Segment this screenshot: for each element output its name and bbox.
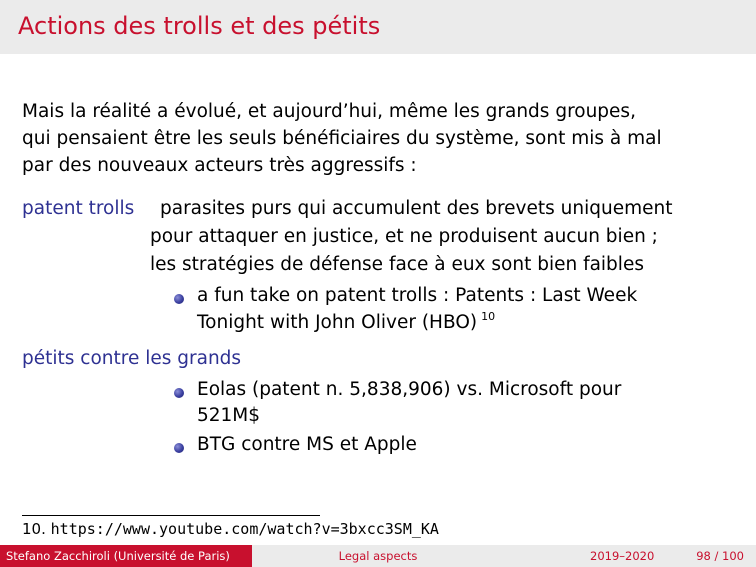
term-petits-contre-grands: pétits contre les grands <box>22 348 242 369</box>
footnote-reference[interactable]: 10 <box>481 310 495 323</box>
slide-title: Actions des trolls et des pétits <box>18 12 381 40</box>
bullet-icon <box>174 443 184 453</box>
bullet-text-line: Tonight with John Oliver (HBO) 10 <box>197 310 495 333</box>
footnote: 10. https://www.youtube.com/watch?v=3bxc… <box>22 520 439 538</box>
list-item: BTG contre MS et Apple <box>0 434 756 462</box>
bullet-icon <box>174 294 184 304</box>
footer-info: 2019–2020 98 / 100 <box>504 545 756 567</box>
definition-line: les stratégies de défense face à eux son… <box>150 254 644 275</box>
footer-year: 2019–2020 <box>590 549 655 563</box>
bullet-text: 521M$ <box>197 405 261 426</box>
footer-section[interactable]: Legal aspects <box>252 545 504 567</box>
intro-line: Mais la réalité a évolué, et aujourd’hui… <box>22 101 636 122</box>
footer: Stefano Zacchiroli (Université de Paris)… <box>0 545 756 567</box>
bullet-text: Eolas (patent n. 5,838,906) vs. Microsof… <box>197 379 622 400</box>
bullet-icon <box>174 388 184 398</box>
definition-line: pour attaquer en justice, et ne produise… <box>150 226 658 247</box>
footer-page-number[interactable]: 98 / 100 <box>696 545 744 567</box>
footnote-rule <box>22 515 320 516</box>
intro-paragraph: Mais la réalité a évolué, et aujourd’hui… <box>22 98 737 179</box>
intro-line: qui pensaient être les seuls bénéficiair… <box>22 128 662 149</box>
term-patent-trolls: patent trolls <box>22 198 135 219</box>
footnote-link[interactable]: https://www.youtube.com/watch?v=3bxcc3SM… <box>51 520 439 538</box>
list-item: Eolas (patent n. 5,838,906) vs. Microsof… <box>0 379 756 435</box>
footer-author: Stefano Zacchiroli (Université de Paris) <box>0 545 252 567</box>
list-item: a fun take on patent trolls : Patents : … <box>0 285 756 345</box>
intro-line: par des nouveaux acteurs très aggressifs… <box>22 155 417 176</box>
footnote-number: 10. <box>22 520 46 538</box>
bullet-text: a fun take on patent trolls : Patents : … <box>197 285 638 306</box>
definition-line: parasites purs qui accumulent des brevet… <box>160 198 673 219</box>
bullet-text: BTG contre MS et Apple <box>197 434 417 455</box>
title-bar: Actions des trolls et des pétits <box>0 0 756 54</box>
bullet-text: Tonight with John Oliver (HBO) <box>197 312 478 333</box>
